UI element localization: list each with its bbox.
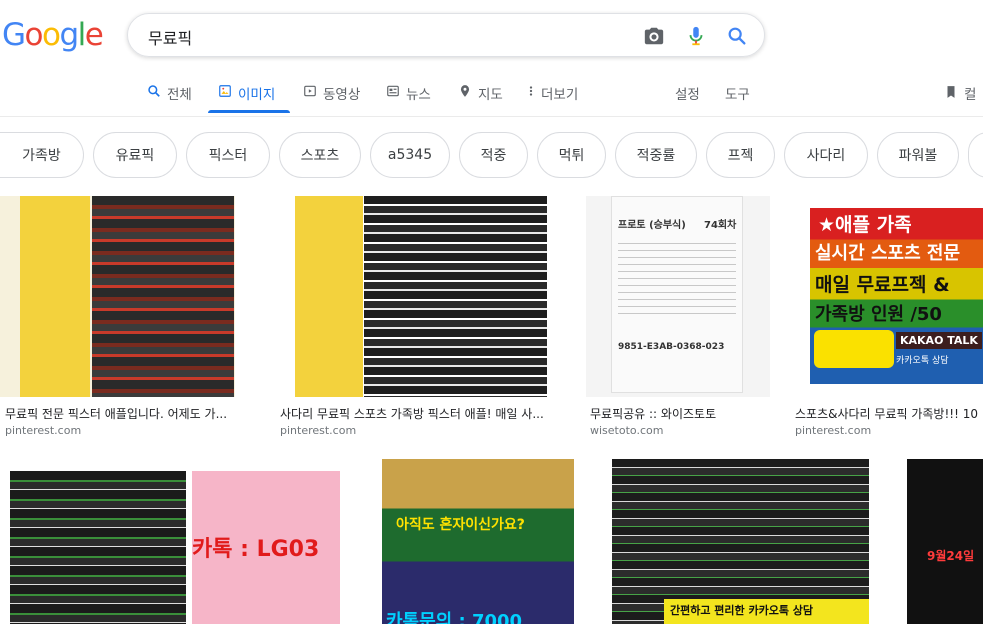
image-icon	[219, 85, 231, 97]
kakao-label: KAKAO TALK	[896, 332, 982, 349]
search-icon[interactable]	[726, 25, 748, 47]
banner-line: 가족방 인원 /50	[815, 304, 942, 325]
banner-line: 실시간 스포츠 전문	[815, 243, 961, 264]
result-source[interactable]: pinterest.com	[5, 424, 81, 437]
result-caption[interactable]: 사다리 무료픽 스포츠 가족방 픽스터 애플! 매일 사...	[280, 405, 563, 422]
chip[interactable]: a5345	[370, 132, 450, 178]
tab-label: 컬	[964, 87, 977, 103]
result-caption[interactable]: 스포츠&사다리 무료픽 가족방!!! 10	[795, 405, 983, 422]
banner-line: ★애플 가족	[818, 214, 912, 236]
tab-settings[interactable]: 설정	[675, 80, 700, 114]
tab-maps[interactable]: 지도	[458, 80, 503, 114]
tab-label: 이미지	[238, 87, 276, 103]
logo-letter: l	[77, 17, 87, 53]
related-search-chips: 가족방 유료픽 픽스터 스포츠 a5345 적중 먹튀 적중률 프젝 사다리 파…	[0, 132, 983, 180]
chip[interactable]: 적중률	[615, 132, 697, 178]
result-caption[interactable]: 무료픽공유 :: 와이즈토토	[590, 405, 770, 422]
result-source[interactable]: wisetoto.com	[590, 424, 663, 437]
banner-line: 매일 무료프젝 &	[815, 274, 950, 296]
tab-label: 뉴스	[406, 87, 431, 103]
image-result-thumbnail[interactable]: 9월24일	[907, 459, 983, 624]
chip[interactable]: 프젝	[706, 132, 775, 178]
tab-images[interactable]: 이미지	[218, 80, 275, 114]
image-result-thumbnail[interactable]: 아직도 혼자이신가요? 카톡문의 : 7000	[380, 459, 576, 624]
google-logo[interactable]: Google	[2, 17, 104, 53]
thumb-text: 카톡문의 : 7000	[386, 611, 523, 624]
logo-letter: g	[59, 17, 79, 53]
result-source[interactable]: pinterest.com	[795, 424, 871, 437]
tab-collections[interactable]: 컬	[944, 80, 976, 114]
tab-news[interactable]: 뉴스	[386, 80, 431, 114]
chip[interactable]: 사다리	[784, 132, 868, 178]
result-source[interactable]: pinterest.com	[280, 424, 356, 437]
chip-partial[interactable]	[968, 132, 983, 178]
chip[interactable]: 먹튀	[537, 132, 606, 178]
kakao-sub: 카카오톡 상담	[896, 356, 949, 366]
image-result-thumbnail[interactable]: ★애플 가족 실시간 스포츠 전문 매일 무료프젝 & 가족방 인원 /50 K…	[790, 196, 983, 397]
logo-letter: e	[84, 17, 104, 53]
microphone-icon[interactable]	[685, 25, 707, 47]
tab-label: 도구	[725, 87, 750, 103]
chip[interactable]: 적중	[459, 132, 528, 178]
tab-label: 동영상	[323, 87, 361, 103]
chip[interactable]: 파워볼	[877, 132, 959, 178]
chip[interactable]: 스포츠	[279, 132, 361, 178]
image-result-thumbnail[interactable]: 간편하고 편리한 카카오톡 상담	[612, 459, 869, 624]
video-icon	[304, 85, 316, 97]
tab-more[interactable]: 더보기	[527, 80, 578, 114]
thumb-text: 간편하고 편리한 카카오톡 상담	[670, 604, 814, 617]
chip[interactable]: 가족방	[0, 132, 84, 178]
image-result-thumbnail[interactable]	[280, 196, 565, 397]
tab-videos[interactable]: 동영상	[303, 80, 360, 114]
tab-label: 지도	[478, 87, 503, 103]
thumb-text: 카톡 : LG03	[192, 537, 320, 562]
tab-label: 설정	[675, 87, 700, 103]
logo-letter: G	[2, 17, 26, 53]
logo-letter: o	[24, 17, 44, 53]
ticket-round: 74회차	[704, 220, 737, 231]
tab-label: 전체	[167, 87, 192, 103]
camera-icon[interactable]	[643, 25, 665, 47]
image-result-thumbnail[interactable]	[0, 196, 255, 397]
result-caption[interactable]: 무료픽 전문 픽스터 애플입니다. 어제도 가...	[5, 405, 250, 422]
image-result-thumbnail[interactable]: 카톡 : LG03	[0, 459, 355, 624]
bookmark-icon	[947, 86, 955, 98]
tab-label: 더보기	[541, 87, 579, 103]
chip[interactable]: 유료픽	[93, 132, 177, 178]
image-result-thumbnail[interactable]: 프로토 (승부식) 74회차 9851-E3AB-0368-023	[586, 196, 770, 397]
news-icon	[387, 85, 399, 97]
search-icon	[148, 85, 160, 97]
tab-tools[interactable]: 도구	[725, 80, 750, 114]
tab-all[interactable]: 전체	[147, 80, 192, 114]
logo-letter: o	[42, 17, 61, 53]
search-box[interactable]: 무료픽	[127, 13, 765, 57]
active-tab-indicator	[208, 110, 290, 113]
map-pin-icon	[460, 85, 470, 97]
ticket-code: 9851-E3AB-0368-023	[618, 342, 725, 352]
more-vert-icon	[529, 86, 533, 96]
thumb-text: 아직도 혼자이신가요?	[396, 517, 525, 533]
chip[interactable]: 픽스터	[186, 132, 270, 178]
ticket-title: 프로토 (승부식)	[618, 220, 686, 231]
search-tabs: 전체 이미지 동영상 뉴스 지도 더보기 설정 도구 컬	[0, 80, 983, 116]
thumb-text: 9월24일	[927, 549, 975, 563]
search-input[interactable]: 무료픽	[148, 25, 192, 49]
header-divider	[0, 116, 983, 117]
